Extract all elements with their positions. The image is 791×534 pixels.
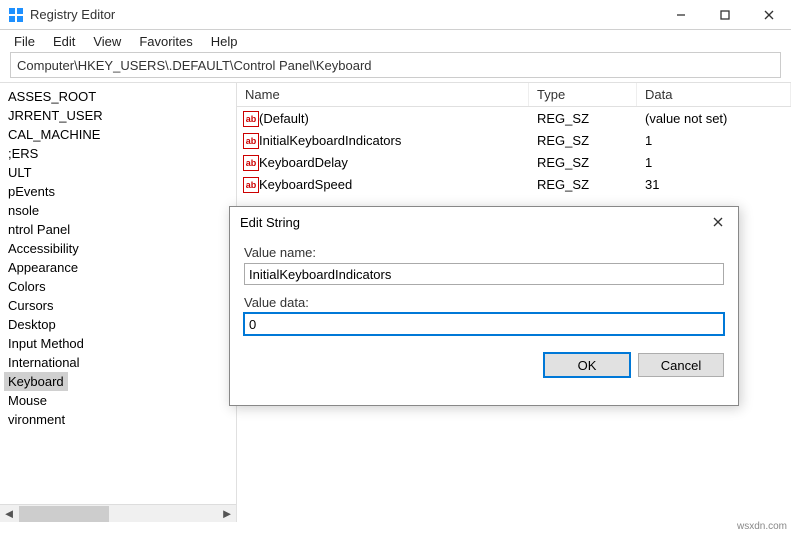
close-icon — [713, 217, 723, 227]
scroll-thumb[interactable] — [19, 506, 109, 522]
value-name-label: Value name: — [244, 245, 724, 260]
window-title: Registry Editor — [30, 7, 659, 22]
address-text: Computer\HKEY_USERS\.DEFAULT\Control Pan… — [17, 58, 372, 73]
titlebar: Registry Editor — [0, 0, 791, 30]
scroll-right-icon[interactable]: ► — [218, 505, 236, 523]
ok-button[interactable]: OK — [544, 353, 630, 377]
menu-favorites[interactable]: Favorites — [131, 32, 200, 51]
menubar: File Edit View Favorites Help — [0, 30, 791, 52]
menu-view[interactable]: View — [85, 32, 129, 51]
dialog-buttons: OK Cancel — [244, 353, 724, 377]
string-value-icon: ab — [237, 132, 257, 149]
column-header-type[interactable]: Type — [529, 83, 637, 106]
cancel-button[interactable]: Cancel — [638, 353, 724, 377]
menu-edit[interactable]: Edit — [45, 32, 83, 51]
menu-file[interactable]: File — [6, 32, 43, 51]
maximize-button[interactable] — [703, 0, 747, 30]
list-rows: ab(Default)REG_SZ(value not set)abInitia… — [237, 107, 791, 195]
list-cell-name: KeyboardDelay — [257, 155, 529, 170]
tree-item[interactable]: vironment — [4, 410, 236, 429]
list-row[interactable]: ab(Default)REG_SZ(value not set) — [237, 107, 791, 129]
tree-item[interactable]: ntrol Panel — [4, 220, 236, 239]
value-data-field[interactable] — [244, 313, 724, 335]
list-header: Name Type Data — [237, 83, 791, 107]
tree-item[interactable]: Accessibility — [4, 239, 236, 258]
tree-body[interactable]: ASSES_ROOTJRRENT_USERCAL_MACHINE;ERSULTp… — [0, 83, 236, 501]
tree-item[interactable]: Mouse — [4, 391, 236, 410]
value-name-field[interactable] — [244, 263, 724, 285]
dialog-body: Value name: Value data: OK Cancel — [230, 237, 738, 387]
list-cell-type: REG_SZ — [529, 111, 637, 126]
dialog-title: Edit String — [240, 215, 698, 230]
tree-item[interactable]: Desktop — [4, 315, 236, 334]
string-value-icon: ab — [237, 176, 257, 193]
tree-item[interactable]: ;ERS — [4, 144, 236, 163]
menu-help[interactable]: Help — [203, 32, 246, 51]
tree-item[interactable]: Cursors — [4, 296, 236, 315]
list-cell-name: (Default) — [257, 111, 529, 126]
dialog-titlebar: Edit String — [230, 207, 738, 237]
list-cell-data: 31 — [637, 177, 791, 192]
tree-item[interactable]: Colors — [4, 277, 236, 296]
tree-item[interactable]: Keyboard — [4, 372, 68, 391]
list-cell-type: REG_SZ — [529, 133, 637, 148]
tree-item[interactable]: International — [4, 353, 236, 372]
minimize-button[interactable] — [659, 0, 703, 30]
scroll-left-icon[interactable]: ◄ — [0, 505, 18, 523]
edit-string-dialog: Edit String Value name: Value data: OK C… — [229, 206, 739, 406]
list-cell-type: REG_SZ — [529, 155, 637, 170]
tree-item[interactable]: JRRENT_USER — [4, 106, 236, 125]
list-row[interactable]: abInitialKeyboardIndicatorsREG_SZ1 — [237, 129, 791, 151]
string-value-icon: ab — [237, 154, 257, 171]
string-value-icon: ab — [237, 110, 257, 127]
list-row[interactable]: abKeyboardDelayREG_SZ1 — [237, 151, 791, 173]
list-cell-data: (value not set) — [637, 111, 791, 126]
close-button[interactable] — [747, 0, 791, 30]
app-icon — [8, 7, 24, 23]
value-data-label: Value data: — [244, 295, 724, 310]
tree-item[interactable]: ULT — [4, 163, 236, 182]
column-header-name[interactable]: Name — [237, 83, 529, 106]
tree-item[interactable]: Appearance — [4, 258, 236, 277]
tree-item[interactable]: nsole — [4, 201, 236, 220]
list-cell-name: InitialKeyboardIndicators — [257, 133, 529, 148]
address-bar[interactable]: Computer\HKEY_USERS\.DEFAULT\Control Pan… — [10, 52, 781, 78]
tree-item[interactable]: CAL_MACHINE — [4, 125, 236, 144]
list-cell-data: 1 — [637, 155, 791, 170]
list-cell-type: REG_SZ — [529, 177, 637, 192]
tree-horizontal-scrollbar[interactable]: ◄ ► — [0, 504, 236, 522]
list-cell-data: 1 — [637, 133, 791, 148]
dialog-close-button[interactable] — [698, 207, 738, 237]
column-header-data[interactable]: Data — [637, 83, 791, 106]
tree-item[interactable]: pEvents — [4, 182, 236, 201]
tree-pane: ASSES_ROOTJRRENT_USERCAL_MACHINE;ERSULTp… — [0, 83, 237, 522]
tree-item[interactable]: Input Method — [4, 334, 236, 353]
tree-item[interactable]: ASSES_ROOT — [4, 87, 236, 106]
list-cell-name: KeyboardSpeed — [257, 177, 529, 192]
watermark: wsxdn.com — [737, 521, 787, 532]
list-row[interactable]: abKeyboardSpeedREG_SZ31 — [237, 173, 791, 195]
